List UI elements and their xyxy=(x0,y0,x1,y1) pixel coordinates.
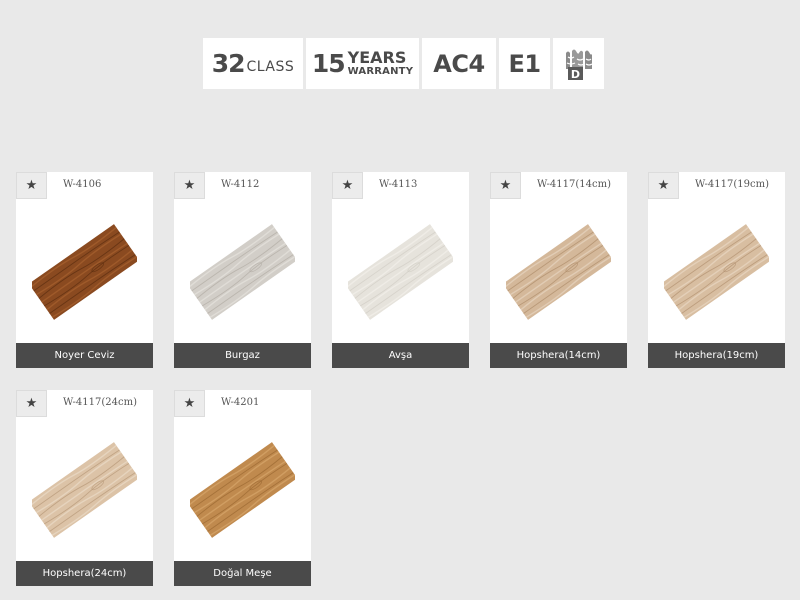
product-name[interactable]: Hopshera(19cm) xyxy=(648,343,785,368)
warranty-label: WARRANTY xyxy=(347,66,414,77)
abrasion-class-badge: AC4 xyxy=(422,38,496,89)
warranty-years-label: YEARS xyxy=(347,48,407,67)
product-code: W-4106 xyxy=(63,179,102,190)
favorite-button[interactable]: ★ xyxy=(490,172,521,199)
favorite-button[interactable]: ★ xyxy=(174,390,205,417)
product-image[interactable] xyxy=(664,220,769,320)
product-card[interactable]: ★ W-4106 Noyer Ceviz xyxy=(16,172,153,368)
product-image[interactable] xyxy=(348,220,453,320)
product-name[interactable]: Noyer Ceviz xyxy=(16,343,153,368)
favorite-button[interactable]: ★ xyxy=(332,172,363,199)
emission-class-badge: E1 xyxy=(499,38,550,89)
class-badge: 32 CLASS xyxy=(203,38,303,89)
emission-class-text: E1 xyxy=(508,49,541,78)
wood-plank-sample xyxy=(32,442,137,538)
product-code: W-4201 xyxy=(221,397,260,408)
favorite-button[interactable]: ★ xyxy=(648,172,679,199)
feature-badges: 32 CLASS 15 YEARS WARRANTY AC4 E1 D xyxy=(203,38,604,89)
product-name[interactable]: Avşa xyxy=(332,343,469,368)
wood-layers-d-icon: D xyxy=(565,49,592,81)
abrasion-class-text: AC4 xyxy=(433,49,485,78)
wood-plank-sample xyxy=(190,442,295,538)
product-code: W-4117(19cm) xyxy=(695,179,769,190)
product-image[interactable] xyxy=(190,220,295,320)
product-card[interactable]: ★ W-4117(24cm) Hopshera(24cm) xyxy=(16,390,153,586)
wood-layers-d-badge: D xyxy=(553,38,604,89)
product-code: W-4113 xyxy=(379,179,418,190)
product-card[interactable]: ★ W-4113 Avşa xyxy=(332,172,469,368)
star-icon: ★ xyxy=(657,178,670,193)
product-card[interactable]: ★ W-4117(19cm) Hopshera(19cm) xyxy=(648,172,785,368)
star-icon: ★ xyxy=(25,396,38,411)
product-code: W-4112 xyxy=(221,179,260,190)
product-image[interactable] xyxy=(190,438,295,538)
wood-plank-sample xyxy=(348,224,453,320)
star-icon: ★ xyxy=(183,396,196,411)
star-icon: ★ xyxy=(183,178,196,193)
star-icon: ★ xyxy=(499,178,512,193)
product-code: W-4117(24cm) xyxy=(63,397,137,408)
product-name[interactable]: Hopshera(14cm) xyxy=(490,343,627,368)
product-name[interactable]: Hopshera(24cm) xyxy=(16,561,153,586)
wood-plank-sample xyxy=(506,224,611,320)
warranty-badge: 15 YEARS WARRANTY xyxy=(306,38,419,89)
class-label: CLASS xyxy=(246,58,295,75)
warranty-number: 15 xyxy=(311,49,346,78)
product-name[interactable]: Burgaz xyxy=(174,343,311,368)
star-icon: ★ xyxy=(25,178,38,193)
d-letter: D xyxy=(570,68,579,81)
product-card[interactable]: ★ W-4201 Doğal Meşe xyxy=(174,390,311,586)
favorite-button[interactable]: ★ xyxy=(174,172,205,199)
product-code: W-4117(14cm) xyxy=(537,179,611,190)
product-image[interactable] xyxy=(32,438,137,538)
wood-plank-sample xyxy=(664,224,769,320)
product-card[interactable]: ★ W-4112 Burgaz xyxy=(174,172,311,368)
product-image[interactable] xyxy=(506,220,611,320)
product-image[interactable] xyxy=(32,220,137,320)
class-number: 32 xyxy=(211,49,246,78)
favorite-button[interactable]: ★ xyxy=(16,172,47,199)
product-card[interactable]: ★ W-4117(14cm) Hopshera(14cm) xyxy=(490,172,627,368)
star-icon: ★ xyxy=(341,178,354,193)
favorite-button[interactable]: ★ xyxy=(16,390,47,417)
wood-plank-sample xyxy=(190,224,295,320)
product-name[interactable]: Doğal Meşe xyxy=(174,561,311,586)
wood-plank-sample xyxy=(32,224,137,320)
